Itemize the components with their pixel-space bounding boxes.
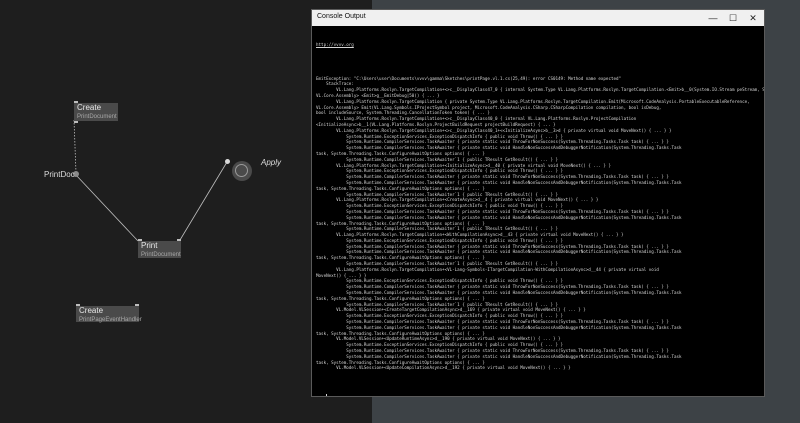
node-title: Create bbox=[79, 306, 104, 315]
printdoc-label: PrintDoc bbox=[44, 170, 75, 179]
console-output-window[interactable]: Console Output — ☐ ✕ http://vvvv.org Emi… bbox=[311, 9, 765, 397]
create2-input-pin-2[interactable] bbox=[135, 304, 139, 306]
apply-label: Apply bbox=[261, 158, 282, 167]
console-url: http://vvvv.org bbox=[316, 41, 354, 47]
console-titlebar[interactable]: Console Output — ☐ ✕ bbox=[312, 10, 764, 26]
console-title: Console Output bbox=[317, 13, 366, 20]
print-node[interactable]: Print PrintDocument bbox=[138, 241, 181, 258]
node-subtitle: PrintDocument bbox=[141, 252, 181, 258]
print-input-pin[interactable] bbox=[138, 239, 142, 241]
node-subtitle: PrintPageEventHandler bbox=[79, 317, 142, 323]
close-button[interactable]: ✕ bbox=[744, 10, 762, 26]
minimize-button[interactable]: — bbox=[704, 10, 722, 26]
node-title: Create bbox=[77, 103, 102, 112]
console-lines: EmitException: "C:\Users\user\Documents\… bbox=[316, 76, 764, 372]
node-title: Print bbox=[141, 241, 158, 250]
maximize-button[interactable]: ☐ bbox=[724, 10, 742, 26]
console-line: VL.Lang.Platforms.Roslyn.TargetCompilati… bbox=[316, 98, 750, 104]
console-line: VL.Model.VLSession+<UpdateCompilationAsy… bbox=[316, 365, 571, 371]
apply-pin-icon[interactable] bbox=[225, 159, 230, 164]
toggle-circle-icon bbox=[235, 164, 248, 177]
console-text[interactable]: http://vvvv.org EmitException: "C:\Users… bbox=[312, 26, 764, 396]
apply-toggle[interactable] bbox=[232, 161, 252, 181]
create-printdocument-node[interactable]: Create PrintDocument bbox=[74, 103, 118, 121]
create2-input-pin[interactable] bbox=[76, 304, 80, 306]
create-printpageeventhandler-node[interactable]: Create PrintPageEventHandler bbox=[76, 306, 142, 323]
node-subtitle: PrintDocument bbox=[77, 114, 117, 120]
create-input-pin[interactable] bbox=[74, 101, 78, 103]
print-input-pin-2[interactable] bbox=[177, 239, 181, 241]
text-cursor bbox=[326, 393, 328, 396]
create-output-pin[interactable] bbox=[74, 121, 78, 123]
